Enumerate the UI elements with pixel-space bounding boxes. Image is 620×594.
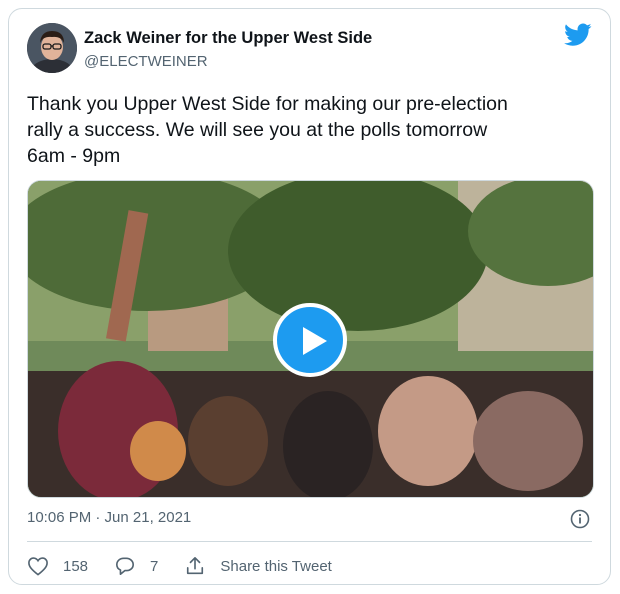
- info-icon[interactable]: [570, 509, 590, 529]
- twitter-bird-icon[interactable]: [564, 23, 592, 47]
- video-player[interactable]: [27, 180, 594, 498]
- avatar[interactable]: [27, 23, 77, 73]
- share-label: Share this Tweet: [220, 557, 332, 575]
- share-button[interactable]: Share this Tweet: [184, 556, 332, 576]
- reply-count: 7: [150, 557, 159, 575]
- like-button[interactable]: 158: [27, 556, 88, 576]
- heart-icon: [28, 557, 48, 576]
- divider: [27, 541, 592, 542]
- tweet-text: Thank you Upper West Side for making our…: [27, 93, 508, 167]
- tweet-card[interactable]: Zack Weiner for the Upper West Side @ELE…: [8, 8, 611, 585]
- action-bar: 158 7 Share this Tweet: [27, 554, 358, 578]
- tweet-timestamp[interactable]: 10:06 PM · Jun 21, 2021: [27, 509, 191, 526]
- reply-button[interactable]: 7: [114, 556, 158, 576]
- share-icon: [187, 557, 204, 575]
- author-name[interactable]: Zack Weiner for the Upper West Side: [84, 29, 372, 48]
- author-handle[interactable]: @ELECTWEINER: [84, 53, 208, 70]
- play-button[interactable]: [273, 303, 347, 377]
- like-count: 158: [63, 557, 89, 575]
- reply-icon: [116, 557, 135, 575]
- play-icon: [303, 327, 327, 355]
